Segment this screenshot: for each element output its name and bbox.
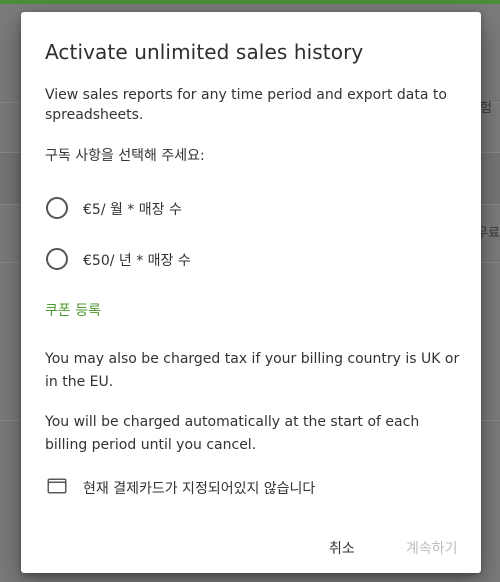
register-coupon-link[interactable]: 쿠폰 등록 xyxy=(45,300,101,320)
monthly-plan-label: €5/ 월 * 매장 수 xyxy=(83,202,182,218)
billing-note: You will be charged automatically at the… xyxy=(45,414,420,453)
monthly-plan-radio[interactable] xyxy=(46,197,68,219)
dialog-title: Activate unlimited sales history xyxy=(45,40,364,64)
background-edge-text: 험 xyxy=(480,101,492,116)
yearly-plan-option[interactable]: €50/ 년 * 매장 수 xyxy=(44,246,344,274)
tax-note: You may also be charged tax if your bill… xyxy=(45,351,460,390)
yearly-plan-label: €50/ 년 * 매장 수 xyxy=(83,253,191,269)
monthly-plan-option[interactable]: €5/ 월 * 매장 수 xyxy=(44,195,344,223)
yearly-plan-radio[interactable] xyxy=(46,248,68,270)
cancel-button[interactable]: 취소 xyxy=(321,532,363,564)
card-status-text: 현재 결제카드가 지정되어있지 않습니다 xyxy=(83,481,316,497)
credit-card-icon xyxy=(47,478,67,494)
payment-card-status: 현재 결제카드가 지정되어있지 않습니다 xyxy=(47,474,467,498)
dialog-description: View sales reports for any time period a… xyxy=(45,87,447,123)
app-top-accent-bar xyxy=(0,0,500,4)
continue-button[interactable]: 계속하기 xyxy=(398,532,466,564)
subscription-dialog: Activate unlimited sales history View sa… xyxy=(21,12,481,573)
choose-subscription-label: 구독 사항을 선택해 주세요: xyxy=(45,148,205,164)
